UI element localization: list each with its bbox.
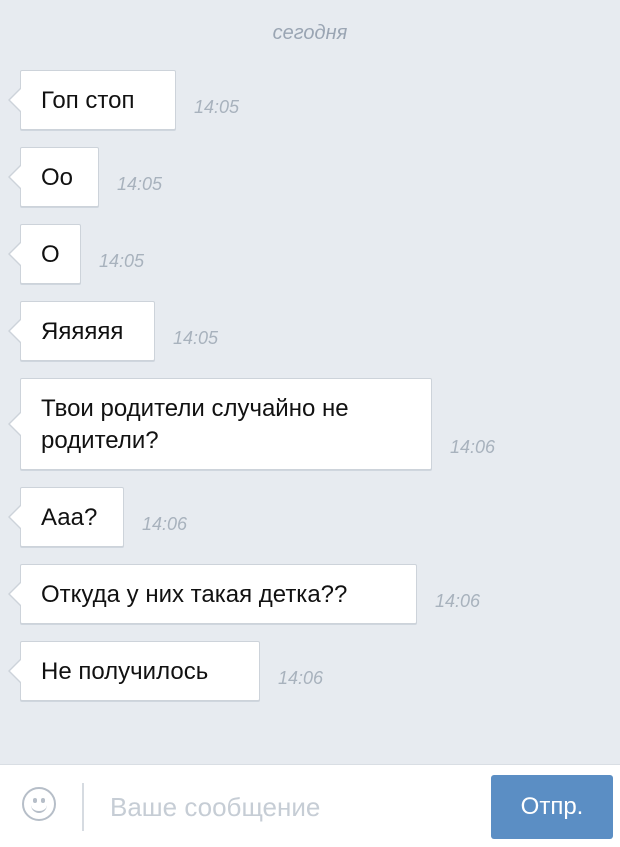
message[interactable]: Гоп стоп 14:05 [8, 70, 240, 130]
message[interactable]: Ааа? 14:06 [8, 487, 188, 547]
message-bubble[interactable]: Откуда у них такая детка?? [8, 564, 417, 624]
message-time: 14:05 [117, 174, 163, 194]
message-input[interactable]: Ваше сообщение [110, 789, 470, 825]
message[interactable]: Твои родители случайно не родители? 14:0… [8, 378, 496, 470]
smiley-icon[interactable] [22, 787, 56, 821]
message-time: 14:05 [194, 97, 240, 117]
message-composer: Ваше сообщение Отпр. [0, 764, 620, 847]
message-bubble[interactable]: Гоп стоп [8, 70, 176, 130]
send-button[interactable]: Отпр. [491, 775, 613, 839]
message-time: 14:06 [278, 668, 324, 688]
message-bubble[interactable]: Оо [8, 147, 99, 207]
message-time: 14:06 [435, 591, 481, 611]
message-time: 14:05 [99, 251, 145, 271]
chat-area: сегодня Гоп стоп 14:05 Оо 14:05 О 14:05 … [0, 0, 620, 764]
message-bubble[interactable]: Ааа? [8, 487, 124, 547]
message-bubble[interactable]: Яяяяяя [8, 301, 155, 361]
message-time: 14:05 [173, 328, 219, 348]
message-time: 14:06 [142, 514, 188, 534]
message-bubble[interactable]: Твои родители случайно не родители? [8, 378, 432, 470]
message-bubble[interactable]: О [8, 224, 81, 284]
message-bubble[interactable]: Не получилось [8, 641, 260, 701]
composer-divider [82, 783, 84, 831]
message[interactable]: Яяяяяя 14:05 [8, 301, 219, 361]
message[interactable]: Оо 14:05 [8, 147, 163, 207]
message[interactable]: О 14:05 [8, 224, 145, 284]
message[interactable]: Не получилось 14:06 [8, 641, 324, 701]
date-separator: сегодня [272, 22, 348, 44]
message[interactable]: Откуда у них такая детка?? 14:06 [8, 564, 481, 624]
smiley-mouth [31, 801, 47, 813]
message-time: 14:06 [450, 437, 496, 457]
